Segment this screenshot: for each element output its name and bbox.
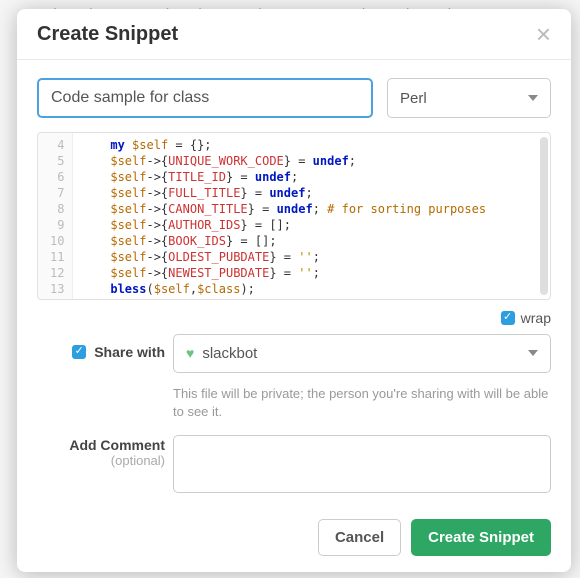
- comment-label: Add Comment: [37, 437, 165, 453]
- modal-header: Create Snippet ×: [17, 9, 571, 60]
- share-target-value: slackbot: [202, 345, 257, 362]
- wrap-checkbox[interactable]: [501, 311, 515, 325]
- chevron-down-icon: [528, 350, 538, 356]
- create-snippet-modal: Create Snippet × Perl 456789101112131415…: [17, 9, 571, 572]
- share-helper-text: This file will be private; the person yo…: [173, 385, 551, 421]
- close-icon: ×: [536, 19, 551, 49]
- share-checkbox[interactable]: [72, 345, 86, 359]
- modal-footer: Cancel Create Snippet: [17, 507, 571, 572]
- line-gutter: 4567891011121314151617: [38, 133, 73, 299]
- comment-textarea[interactable]: [173, 435, 551, 493]
- modal-title: Create Snippet: [37, 23, 178, 46]
- code-editor[interactable]: 4567891011121314151617 my $self = {}; $s…: [37, 132, 551, 300]
- wrap-label: wrap: [521, 310, 551, 326]
- comment-optional: (optional): [37, 453, 165, 468]
- share-target-select[interactable]: ♥ slackbot: [173, 334, 551, 373]
- scrollbar-vertical[interactable]: [540, 137, 548, 295]
- language-select[interactable]: Perl: [387, 78, 551, 118]
- chevron-down-icon: [528, 95, 538, 101]
- language-value: Perl: [400, 90, 427, 107]
- cancel-button[interactable]: Cancel: [318, 519, 401, 556]
- snippet-title-input[interactable]: [37, 78, 373, 118]
- close-button[interactable]: ×: [536, 21, 551, 47]
- create-snippet-button[interactable]: Create Snippet: [411, 519, 551, 556]
- modal-body: Perl 4567891011121314151617 my $self = {…: [17, 60, 571, 507]
- share-label: Share with: [94, 344, 165, 360]
- code-content[interactable]: my $self = {}; $self->{UNIQUE_WORK_CODE}…: [73, 133, 550, 299]
- heart-icon: ♥: [186, 345, 194, 361]
